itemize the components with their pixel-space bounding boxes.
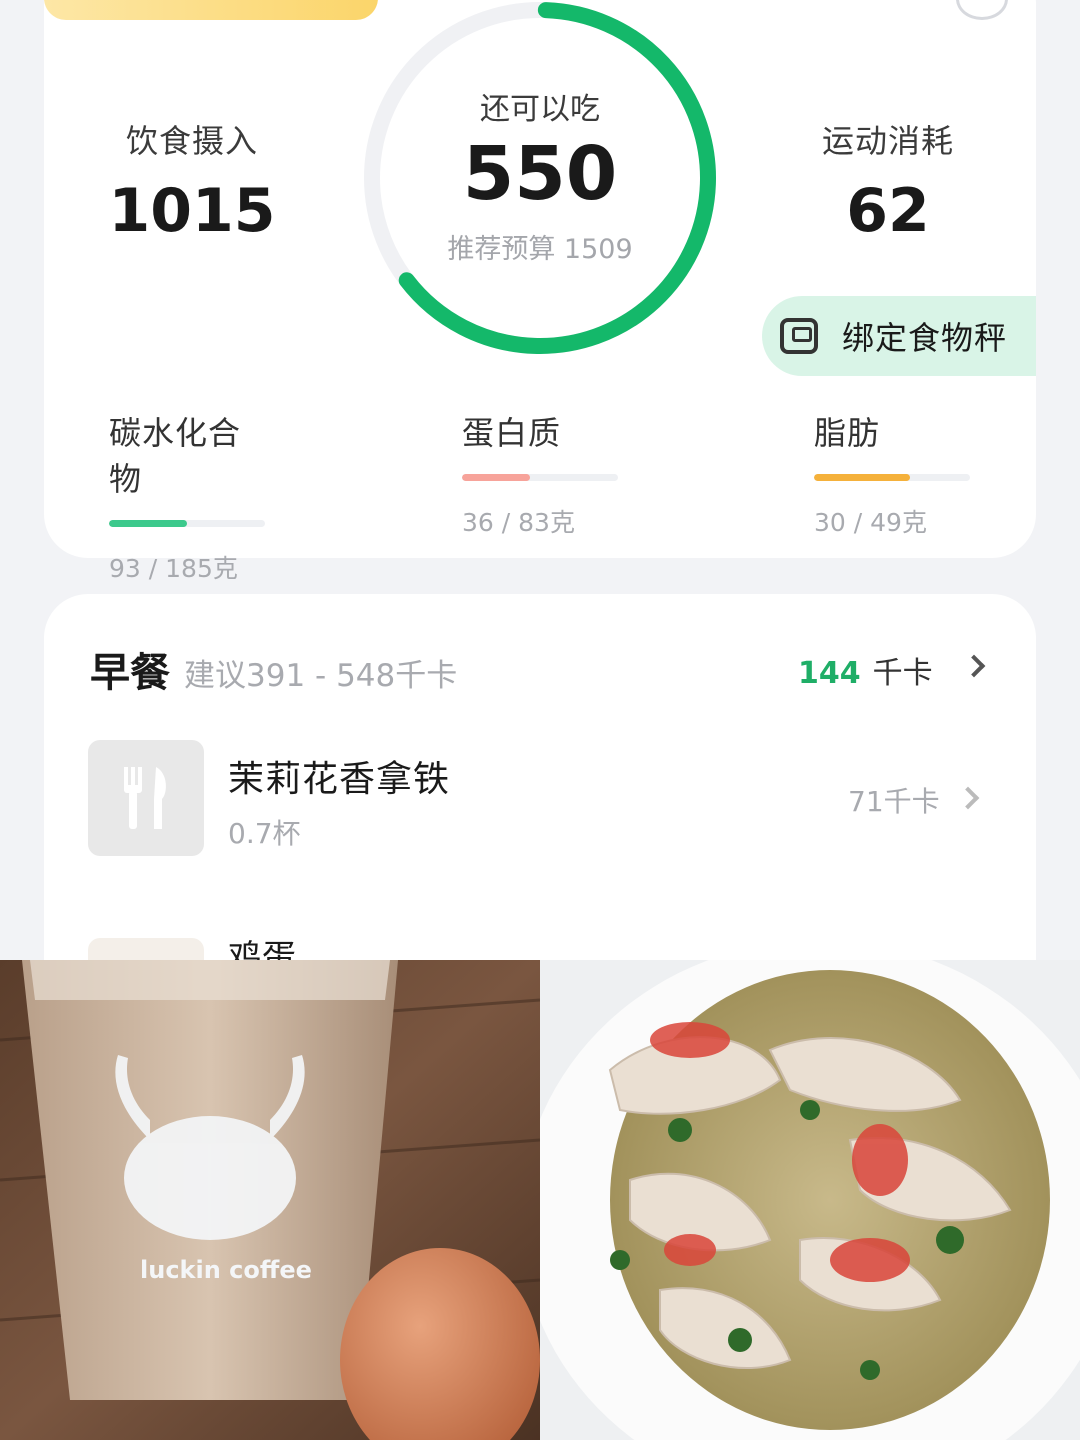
macro-progress-fill — [814, 474, 910, 481]
photo-chicken-noodle-bowl — [540, 960, 1080, 1440]
macro-progress-fill — [109, 520, 188, 527]
remaining-center[interactable]: 还可以吃 550 推荐预算 1509 — [380, 84, 700, 266]
macro-protein: 蛋白质 36 / 83克 — [462, 408, 622, 539]
photo-coffee-and-egg: luckin coffee — [0, 960, 540, 1440]
bind-food-scale-button[interactable]: 绑定食物秤 — [762, 296, 1036, 376]
macro-progress-track — [109, 520, 265, 527]
exercise-burn-stat[interactable]: 运动消耗 62 — [788, 116, 988, 246]
remaining-value: 550 — [462, 131, 618, 217]
bowl-photo-graphic — [540, 960, 1080, 1440]
intake-label: 饮食摄入 — [125, 122, 258, 160]
meal-total-kcal[interactable]: 144 千卡 — [798, 648, 933, 692]
remaining-label: 还可以吃 — [480, 92, 600, 127]
meal-kcal-unit: 千卡 — [872, 656, 933, 691]
macro-fat: 脂肪 30 / 49克 — [814, 408, 974, 539]
intake-stat[interactable]: 饮食摄入 1015 — [92, 116, 292, 246]
macro-name: 碳水化合物 — [109, 414, 242, 498]
meal-kcal-value: 144 — [798, 656, 861, 691]
fork-knife-icon — [124, 767, 166, 829]
top-banner-tab[interactable] — [44, 0, 378, 20]
macro-amount: 30 / 49克 — [814, 508, 927, 537]
food-quantity: 0.7杯 — [228, 817, 301, 850]
coffee-photo-graphic: luckin coffee — [0, 960, 540, 1440]
macro-name: 蛋白质 — [462, 414, 562, 452]
macro-progress-track — [462, 474, 618, 481]
cup-brand-text: luckin coffee — [140, 1256, 312, 1284]
macro-progress-track — [814, 474, 970, 481]
bind-scale-label: 绑定食物秤 — [842, 319, 1008, 357]
macro-amount: 93 / 185克 — [109, 554, 238, 583]
macro-name: 脂肪 — [814, 414, 881, 452]
food-item-latte[interactable]: 茉莉花香拿铁 0.7杯 71千卡 — [88, 740, 988, 856]
budget-text: 推荐预算 1509 — [447, 234, 633, 266]
food-kcal: 71千卡 — [848, 785, 940, 818]
scale-icon — [780, 318, 818, 354]
macro-carbs: 碳水化合物 93 / 185克 — [109, 408, 269, 585]
meal-header[interactable]: 早餐 建议391 - 548千卡 — [90, 640, 458, 696]
meal-suggestion: 建议391 - 548千卡 — [184, 658, 458, 694]
food-thumbnail — [88, 740, 204, 856]
burn-label: 运动消耗 — [821, 122, 954, 160]
food-name: 茉莉花香拿铁 — [228, 759, 451, 800]
macro-progress-fill — [462, 474, 530, 481]
meal-title: 早餐 — [90, 650, 170, 696]
intake-value: 1015 — [108, 176, 276, 246]
burn-value: 62 — [846, 176, 930, 246]
chevron-right-icon — [956, 786, 980, 810]
macro-amount: 36 / 83克 — [462, 508, 575, 537]
